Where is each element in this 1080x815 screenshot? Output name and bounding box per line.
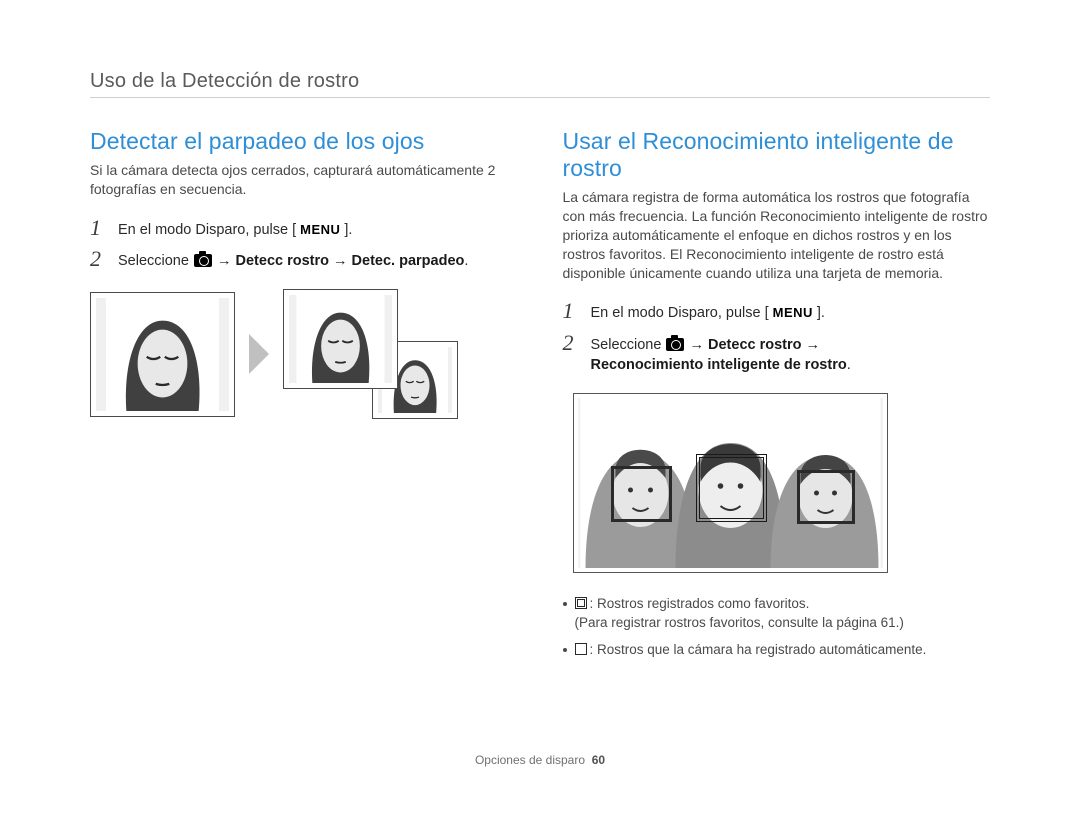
face-svg-med	[289, 295, 392, 383]
legend-favorites-text: : Rostros registrados como favoritos. (P…	[575, 595, 904, 633]
footer-label: Opciones de disparo	[475, 753, 585, 767]
left-step1-text: En el modo Disparo, pulse [MENU].	[118, 217, 518, 240]
legend1-sub: (Para registrar rostros favoritos, consu…	[575, 615, 904, 630]
right-column: Usar el Reconocimiento inteligente de ro…	[563, 128, 991, 668]
face-detect-double-center	[696, 454, 766, 522]
right-intro: La cámara registra de forma automática l…	[563, 188, 991, 282]
left-step2-text: Seleccione → Detecc rostro → Detec. parp…	[118, 248, 518, 271]
right-step1-pre: En el modo Disparo, pulse [	[591, 305, 769, 321]
photo-eyes-closed	[90, 292, 235, 417]
blink-illustration	[90, 289, 518, 419]
bullet-icon-2	[563, 648, 567, 652]
arrow-icon	[249, 334, 269, 374]
step-number-1: 1	[90, 217, 108, 239]
right-step1-text: En el modo Disparo, pulse [MENU].	[591, 300, 991, 323]
right-step-2: 2 Seleccione → Detecc rostro → Reconocim…	[563, 332, 991, 376]
manual-page: Uso de la Detección de rostro Detectar e…	[0, 0, 1080, 815]
step-number-2: 2	[90, 248, 108, 270]
group-photo-inner	[578, 398, 883, 568]
smart-face-illustration	[573, 393, 888, 573]
page-footer: Opciones de disparo 60	[0, 753, 1080, 767]
photo-med-front	[283, 289, 398, 389]
right-step2-pre: Seleccione	[591, 337, 666, 353]
legend-item-auto: : Rostros que la cámara ha registrado au…	[563, 641, 991, 660]
right-step2-path1: → Detecc rostro →	[685, 337, 820, 353]
right-step1-post: ].	[817, 305, 825, 321]
face-illustration-closed	[96, 298, 229, 411]
photo-sequence-stack	[283, 289, 458, 419]
double-frame-icon	[575, 597, 587, 609]
step-number-2r: 2	[563, 332, 581, 354]
legend: : Rostros registrados como favoritos. (P…	[563, 595, 991, 660]
legend-item-favorites: : Rostros registrados como favoritos. (P…	[563, 595, 991, 633]
right-step2-text: Seleccione → Detecc rostro → Reconocimie…	[591, 332, 991, 376]
menu-button-label-r: MENU	[769, 304, 817, 322]
right-step2-post: .	[847, 357, 851, 373]
left-heading: Detectar el parpadeo de los ojos	[90, 128, 518, 155]
bullet-icon	[563, 602, 567, 606]
face-svg-closed	[96, 298, 229, 411]
camera-icon	[194, 254, 212, 267]
face-detect-single-right	[797, 470, 855, 524]
right-heading: Usar el Reconocimiento inteligente de ro…	[563, 128, 991, 182]
left-step-1: 1 En el modo Disparo, pulse [MENU].	[90, 217, 518, 240]
left-step-2: 2 Seleccione → Detecc rostro → Detec. pa…	[90, 248, 518, 271]
left-step1-pre: En el modo Disparo, pulse [	[118, 222, 296, 238]
menu-button-label: MENU	[296, 221, 344, 239]
left-step2-path: → Detecc rostro → Detec. parpadeo	[213, 253, 464, 269]
left-step2-post: .	[464, 253, 468, 269]
legend-auto-text: : Rostros que la cámara ha registrado au…	[575, 641, 927, 660]
two-column-layout: Detectar el parpadeo de los ojos Si la c…	[90, 128, 990, 668]
face-illustration-med	[289, 295, 392, 383]
left-intro: Si la cámara detecta ojos cerrados, capt…	[90, 161, 518, 199]
legend2-main: : Rostros que la cámara ha registrado au…	[590, 642, 927, 657]
section-header: Uso de la Detección de rostro	[90, 70, 990, 93]
left-column: Detectar el parpadeo de los ojos Si la c…	[90, 128, 518, 668]
group-photo-frame	[573, 393, 888, 573]
camera-icon-r	[666, 338, 684, 351]
right-step2-path2: Reconocimiento inteligente de rostro	[591, 357, 847, 373]
face-detect-single-left	[611, 466, 672, 522]
left-step1-post: ].	[344, 222, 352, 238]
page-number: 60	[592, 753, 605, 767]
header-divider	[90, 97, 990, 98]
left-step2-pre: Seleccione	[118, 253, 193, 269]
right-step-1: 1 En el modo Disparo, pulse [MENU].	[563, 300, 991, 323]
single-frame-icon	[575, 643, 587, 655]
step-number-1r: 1	[563, 300, 581, 322]
legend1-main: : Rostros registrados como favoritos.	[590, 596, 810, 611]
